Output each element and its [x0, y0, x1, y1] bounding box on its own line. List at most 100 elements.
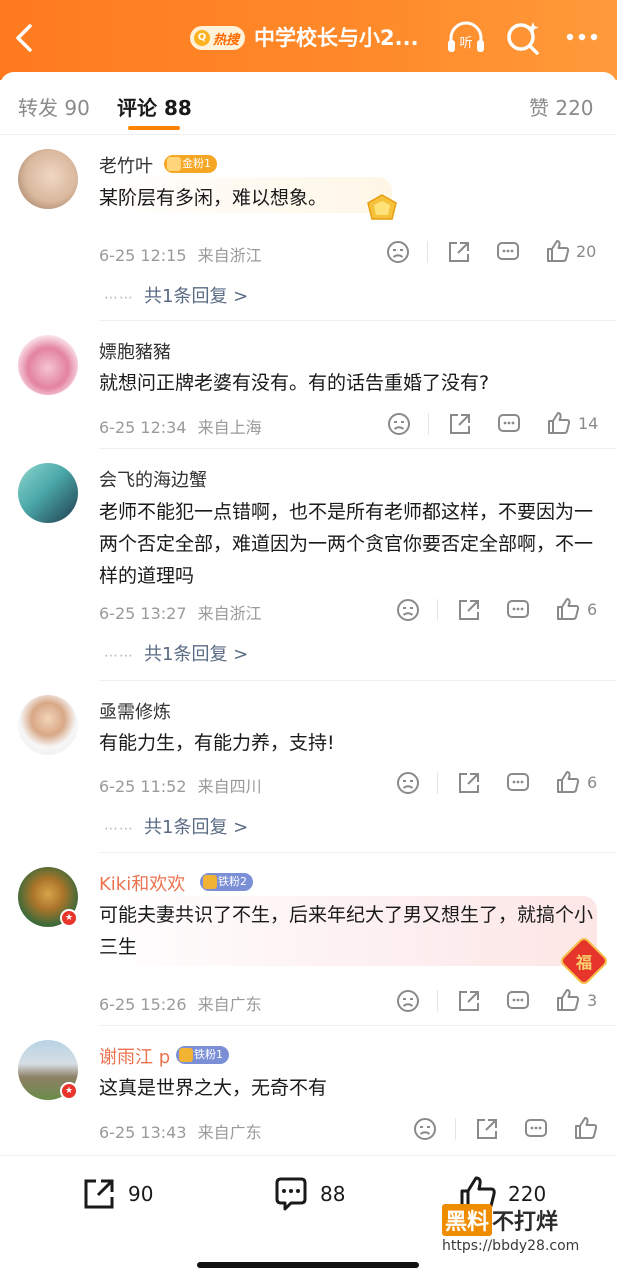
- comment-meta: 6-25 15:26 来自广东: [99, 991, 262, 1015]
- tab-comments[interactable]: 评论 88: [117, 92, 192, 121]
- comment-icon[interactable]: [495, 239, 521, 265]
- tab-repost[interactable]: 转发 90: [18, 92, 90, 121]
- active-tab-indicator: [128, 126, 180, 130]
- like-thumb-icon[interactable]: [555, 987, 581, 1013]
- like-count: 3: [587, 991, 598, 1010]
- comment-meta: 6-25 11:52 来自四川: [99, 773, 262, 797]
- comment-button[interactable]: 88: [272, 1174, 345, 1214]
- dislike-face-icon[interactable]: [395, 988, 421, 1014]
- comment-time: 6-25 13:27: [99, 604, 187, 623]
- comment-location: 来自上海: [197, 418, 262, 437]
- dislike-face-icon[interactable]: [386, 411, 412, 437]
- fan-badge: 金粉1: [164, 155, 217, 173]
- verified-badge-icon: ★: [60, 1082, 78, 1100]
- share-icon[interactable]: [456, 988, 482, 1014]
- view-replies-link[interactable]: ⋯⋯ 共1条回复 >: [104, 640, 248, 666]
- comment-time: 6-25 13:43: [99, 1123, 187, 1142]
- repost-icon: [84, 1179, 114, 1209]
- comment-meta: 6-25 12:15 来自浙江: [99, 242, 262, 266]
- like-count: 14: [578, 414, 599, 433]
- view-replies-link[interactable]: ⋯⋯ 共1条回复 >: [104, 282, 248, 308]
- listen-headphones-icon[interactable]: 听: [445, 20, 487, 56]
- comment-location: 来自浙江: [197, 246, 262, 265]
- avatar[interactable]: [18, 335, 78, 395]
- like-thumb-icon[interactable]: [555, 596, 581, 622]
- watermark-text: 不打烊: [492, 1210, 559, 1235]
- dislike-face-icon[interactable]: [395, 770, 421, 796]
- comment-item: ★ 谢雨江 p 铁粉1 这真是世界之大，无奇不有 6-25 13:43 来自广东: [0, 1026, 617, 1155]
- comment-count: 88: [320, 1182, 346, 1206]
- comment-text: 这真是世界之大，无奇不有: [99, 1077, 328, 1099]
- share-icon[interactable]: [446, 239, 472, 265]
- action-divider: [427, 241, 428, 263]
- action-divider: [437, 772, 438, 794]
- comment-time: 6-25 12:34: [99, 418, 187, 437]
- share-icon[interactable]: [447, 411, 473, 437]
- username[interactable]: 老竹叶: [99, 152, 153, 178]
- top-header: Q 热搜 中学校长与小2... 听: [0, 0, 617, 80]
- share-icon[interactable]: [456, 770, 482, 796]
- like-count: 20: [576, 242, 597, 261]
- username[interactable]: 会飞的海边蟹: [99, 466, 207, 492]
- comment-item: 老竹叶 金粉1 某阶层有多闲，难以想象。 6-25 12:15 来自浙江 20 …: [0, 135, 617, 321]
- comment-icon[interactable]: [523, 1116, 549, 1142]
- avatar[interactable]: [18, 695, 78, 755]
- comment-item: 亟需修炼 有能力生，有能力养，支持! 6-25 11:52 来自四川 6 ⋯⋯ 共…: [0, 681, 617, 853]
- comment-icon[interactable]: [496, 411, 522, 437]
- avatar[interactable]: [18, 463, 78, 523]
- like-thumb-icon[interactable]: [573, 1115, 599, 1141]
- like-thumb-icon[interactable]: [555, 769, 581, 795]
- tab-likes[interactable]: 赞 220: [529, 92, 594, 121]
- action-divider: [437, 599, 438, 621]
- action-divider: [437, 990, 438, 1012]
- username[interactable]: 谢雨江 p: [99, 1043, 170, 1069]
- share-icon[interactable]: [474, 1116, 500, 1142]
- avatar[interactable]: [18, 149, 78, 209]
- hot-search-badge[interactable]: Q 热搜: [190, 26, 246, 50]
- username[interactable]: 嫖胞豬豬: [99, 338, 171, 364]
- comment-bubble-icon: [275, 1177, 307, 1211]
- watermark: 黑料 不打烊 https://bbdy28.com: [442, 1204, 579, 1254]
- dislike-face-icon[interactable]: [395, 597, 421, 623]
- comment-icon[interactable]: [505, 988, 531, 1014]
- comment-time: 6-25 15:26: [99, 995, 187, 1014]
- like-thumb-icon[interactable]: [545, 238, 571, 264]
- fan-badge: 铁粉1: [176, 1046, 229, 1064]
- comment-text: 有能力生，有能力养，支持!: [99, 732, 335, 754]
- comment-icon[interactable]: [505, 770, 531, 796]
- comment-time: 6-25 11:52: [99, 777, 187, 796]
- comment-location: 来自浙江: [197, 604, 262, 623]
- crown-icon: [167, 157, 181, 171]
- action-divider: [428, 413, 429, 435]
- watermark-url: https://bbdy28.com: [442, 1238, 580, 1254]
- comment-meta: 6-25 13:27 来自浙江: [99, 600, 262, 624]
- fu-sticker-label: 福: [575, 953, 592, 972]
- crown-icon: [179, 1048, 193, 1062]
- comment-icon[interactable]: [505, 597, 531, 623]
- page-title[interactable]: 中学校长与小2...: [254, 22, 419, 52]
- watermark-box: 黑料: [442, 1204, 493, 1236]
- hot-search-icon: Q: [194, 30, 210, 46]
- listen-label: 听: [459, 36, 472, 51]
- like-count: 6: [587, 773, 598, 792]
- repost-button[interactable]: 90: [80, 1174, 153, 1214]
- crown-icon: [203, 875, 217, 889]
- comment-item: 会飞的海边蟹 老师不能犯一点错啊，也不是所有老师都这样，不要因为一两个否定全部，…: [0, 449, 617, 681]
- comment-location: 来自四川: [197, 777, 262, 796]
- home-indicator[interactable]: [197, 1262, 419, 1268]
- username[interactable]: Kiki和欢欢: [99, 870, 185, 896]
- like-thumb-icon[interactable]: [546, 410, 572, 436]
- comment-time: 6-25 12:15: [99, 246, 187, 265]
- back-arrow-icon[interactable]: [10, 18, 40, 58]
- username[interactable]: 亟需修炼: [99, 698, 171, 724]
- share-icon[interactable]: [456, 597, 482, 623]
- more-options-icon[interactable]: [562, 22, 602, 52]
- view-replies-link[interactable]: ⋯⋯ 共1条回复 >: [104, 813, 248, 839]
- like-count: 220: [508, 1182, 547, 1206]
- comment-item: ★ Kiki和欢欢 铁粉2 可能夫妻共识了不生，后来年纪大了男又想生了，就搞个小…: [0, 853, 617, 1026]
- dislike-face-icon[interactable]: [385, 239, 411, 265]
- search-icon[interactable]: [503, 18, 543, 58]
- fan-badge: 铁粉2: [200, 873, 253, 891]
- dislike-face-icon[interactable]: [412, 1116, 438, 1142]
- comment-text: 老师不能犯一点错啊，也不是所有老师都这样，不要因为一两个否定全部，难道因为一两个…: [99, 501, 594, 587]
